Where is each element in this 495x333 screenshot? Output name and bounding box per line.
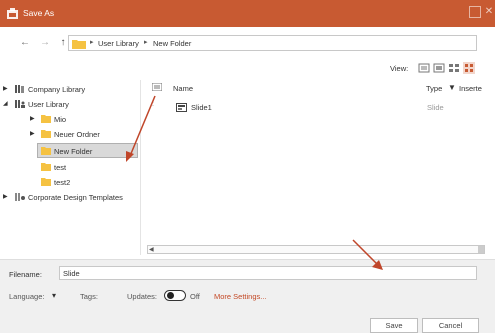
column-header-insert[interactable]: Inserte [459, 84, 482, 93]
save-button[interactable]: Save [370, 318, 418, 333]
window-title: Save As [23, 8, 55, 18]
tree-item-corporate-design-templates[interactable]: ▶ Corporate Design Templates [3, 191, 140, 204]
thumbnail-view-icon[interactable] [463, 62, 475, 74]
tree-item-neuer-ordner[interactable]: ▶ Neuer Ordner [30, 128, 138, 141]
filename-input[interactable] [59, 266, 477, 280]
more-settings-link[interactable]: More Settings... [214, 292, 267, 301]
back-arrow-icon[interactable]: ← [18, 36, 32, 50]
tiles-view-icon[interactable] [448, 62, 460, 74]
user-library-icon [15, 100, 25, 108]
tree-item-label: test [54, 163, 67, 172]
tree-item-label: Mio [54, 115, 67, 124]
row-marker-icon: : [152, 101, 154, 108]
breadcrumb-separator: ▸ [144, 39, 148, 46]
language-dropdown-icon[interactable]: ▾ [52, 291, 56, 300]
breadcrumb-item[interactable]: User Library [98, 39, 139, 48]
horizontal-scrollbar[interactable]: ◀ [147, 245, 485, 254]
updates-label: Updates: [127, 292, 158, 301]
app-icon [7, 8, 18, 19]
folder-icon [72, 40, 86, 49]
folder-tree: ▶ Company Library ◢ User Library ▶ Mio ▶… [0, 80, 140, 255]
tree-item-label: Company Library [28, 85, 86, 94]
library-icon [15, 85, 24, 93]
forward-arrow-icon[interactable]: → [38, 36, 52, 50]
cancel-button[interactable]: Cancel [422, 318, 479, 333]
maximize-button[interactable] [469, 6, 481, 18]
toggle-knob [167, 292, 174, 299]
language-label: Language: [9, 292, 45, 301]
updates-toggle[interactable] [164, 290, 186, 301]
templates-icon [15, 193, 25, 201]
title-bar: Save As ✕ [0, 0, 495, 27]
tags-label[interactable]: Tags: [80, 292, 98, 301]
expand-arrow-icon[interactable]: ▶ [30, 115, 35, 122]
slide-icon [176, 103, 187, 112]
updates-state: Off [190, 292, 200, 301]
breadcrumb-separator: ▸ [90, 39, 94, 46]
breadcrumb[interactable]: ▸ User Library ▸ New Folder [68, 35, 477, 51]
details-view-icon[interactable] [433, 62, 445, 74]
expand-arrow-icon[interactable]: ▶ [3, 85, 8, 92]
column-header-name[interactable]: Name [173, 84, 193, 93]
breadcrumb-item[interactable]: New Folder [153, 39, 191, 48]
expand-arrow-icon[interactable]: ▶ [3, 193, 8, 200]
tree-item-label: Corporate Design Templates [28, 193, 123, 202]
view-toolbar: View: [0, 60, 495, 76]
list-view-icon[interactable] [418, 62, 430, 74]
file-row[interactable]: : Slide1 Slide [151, 101, 481, 113]
tree-item-label: User Library [28, 100, 69, 109]
tree-item-label: New Folder [54, 147, 93, 156]
column-header-type[interactable]: Type [426, 84, 442, 93]
scroll-left-icon[interactable]: ◀ [149, 246, 154, 253]
folder-icon [41, 178, 51, 186]
tree-item-label: Neuer Ordner [54, 130, 100, 139]
collapse-arrow-icon[interactable]: ◢ [3, 100, 8, 107]
folder-icon [41, 115, 51, 123]
folder-icon [41, 163, 51, 171]
column-icon[interactable] [152, 83, 162, 91]
tree-item-new-folder[interactable]: New Folder [37, 143, 138, 158]
tree-item-mio[interactable]: ▶ Mio [30, 113, 138, 126]
scroll-thumb[interactable] [478, 246, 484, 253]
tree-item-user-library[interactable]: ◢ User Library [3, 98, 138, 111]
tree-item-test[interactable]: test [40, 161, 138, 174]
close-button[interactable]: ✕ [483, 4, 495, 20]
view-label: View: [390, 64, 409, 73]
file-list: Name Type ▼ Inserte : Slide1 Slide ◀ [141, 80, 495, 255]
filename-label: Filename: [9, 270, 42, 279]
file-type: Slide [427, 103, 444, 112]
folder-icon [41, 130, 51, 138]
save-options-panel: Filename: Language: ▾ Tags: Updates: Off… [0, 259, 495, 333]
folder-icon [41, 147, 51, 155]
tree-item-label: test2 [54, 178, 71, 187]
filter-icon[interactable]: ▼ [448, 83, 456, 92]
navigation-bar: ← → ↑ ▸ User Library ▸ New Folder [0, 33, 495, 55]
tree-item-company-library[interactable]: ▶ Company Library [3, 83, 138, 96]
file-name: Slide1 [191, 103, 212, 112]
expand-arrow-icon[interactable]: ▶ [30, 130, 35, 137]
tree-item-test2[interactable]: test2 [40, 176, 138, 189]
